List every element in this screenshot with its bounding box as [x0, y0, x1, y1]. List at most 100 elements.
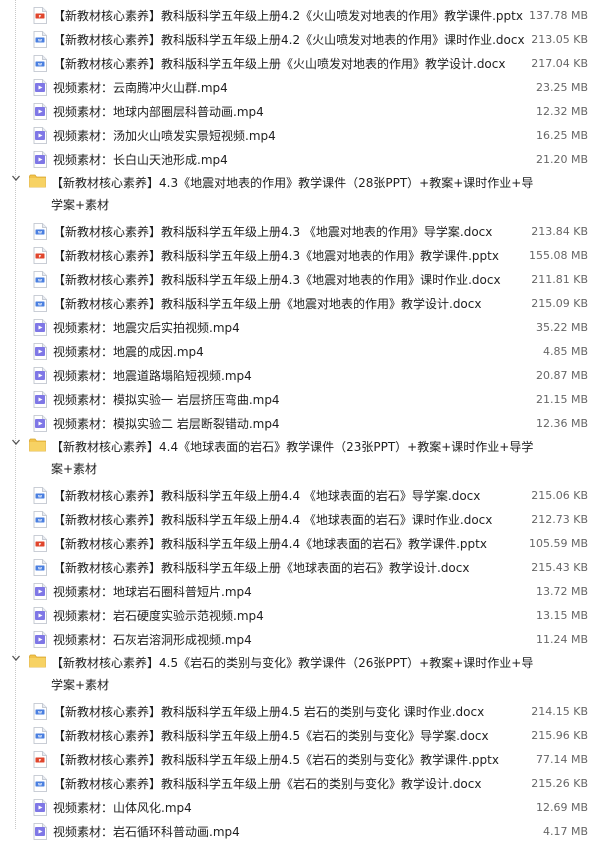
file-row[interactable]: W 【新教材核心素养】教科版科学五年级上册4.2《火山喷发对地表的作用》课时作业.…: [0, 28, 592, 52]
svg-text:P: P: [39, 543, 42, 547]
file-row[interactable]: P 【新教材核心素养】教科版科学五年级上册4.3《地震对地表的作用》教学课件.pp…: [0, 244, 592, 268]
file-row[interactable]: P 【新教材核心素养】教科版科学五年级上册4.5《岩石的类别与变化》教学课件.pp…: [0, 748, 592, 772]
folder-name-continued: 案+素材: [51, 462, 98, 476]
svg-text:P: P: [39, 759, 42, 763]
file-row[interactable]: 视频素材：地震的成因.mp4 4.85 MB: [0, 340, 592, 364]
docx-file-icon: W: [33, 559, 47, 576]
docx-file-icon: W: [33, 295, 47, 312]
file-size: 12.36 MB: [535, 417, 588, 430]
file-size: 213.84 KB: [531, 225, 588, 238]
file-row[interactable]: W 【新教材核心素养】教科版科学五年级上册4.3《地震对地表的作用》课时作业.do…: [0, 268, 592, 292]
file-size: 212.73 KB: [531, 513, 588, 526]
file-name: 【新教材核心素养】教科版科学五年级上册4.4 《地球表面的岩石》导学案.docx: [53, 489, 481, 503]
file-name: 【新教材核心素养】教科版科学五年级上册《地震对地表的作用》教学设计.docx: [53, 297, 482, 311]
video-file-icon: [33, 343, 47, 360]
file-name: 【新教材核心素养】教科版科学五年级上册4.2《火山喷发对地表的作用》教学课件.p…: [53, 9, 523, 23]
file-row[interactable]: 视频素材：石灰岩溶洞形成视频.mp4 11.24 MB: [0, 628, 592, 652]
file-row[interactable]: 视频素材：地球内部圈层科普动画.mp4 12.32 MB: [0, 100, 592, 124]
file-name: 【新教材核心素养】教科版科学五年级上册《地球表面的岩石》教学设计.docx: [53, 561, 470, 575]
file-size: 155.08 MB: [528, 249, 588, 262]
folder-icon: [29, 653, 46, 668]
file-name: 【新教材核心素养】教科版科学五年级上册4.4 《地球表面的岩石》课时作业.doc…: [53, 513, 493, 527]
file-row[interactable]: W 【新教材核心素养】教科版科学五年级上册《火山喷发对地表的作用》教学设计.doc…: [0, 52, 592, 76]
file-name: 视频素材：模拟实验二 岩层断裂错动.mp4: [53, 417, 280, 431]
file-size: 215.26 KB: [531, 777, 588, 790]
video-file-icon: [33, 319, 47, 336]
file-size: 21.20 MB: [535, 153, 588, 166]
file-size: 211.81 KB: [531, 273, 588, 286]
file-row[interactable]: W 【新教材核心素养】教科版科学五年级上册《岩石的类别与变化》教学设计.docx 2…: [0, 772, 592, 796]
file-size: 21.15 MB: [535, 393, 588, 406]
svg-text:W: W: [38, 735, 42, 739]
file-size: 77.14 MB: [535, 753, 588, 766]
file-name: 视频素材：岩石循环科普动画.mp4: [53, 825, 240, 839]
docx-file-icon: W: [33, 223, 47, 240]
docx-file-icon: W: [33, 703, 47, 720]
file-row[interactable]: 视频素材：岩石硬度实验示范视频.mp4 13.15 MB: [0, 604, 592, 628]
folder-name: 【新教材核心素养】4.4《地球表面的岩石》教学课件（23张PPT）+教案+课时作…: [51, 440, 534, 454]
file-name: 【新教材核心素养】教科版科学五年级上册4.5《岩石的类别与变化》教学课件.ppt…: [53, 753, 499, 767]
file-row[interactable]: 视频素材：模拟实验一 岩层挤压弯曲.mp4 21.15 MB: [0, 388, 592, 412]
file-name: 视频素材：地震道路塌陷短视频.mp4: [53, 369, 252, 383]
chevron-down-icon[interactable]: [11, 173, 21, 183]
file-size: 105.59 MB: [528, 537, 588, 550]
file-size: 137.78 MB: [528, 9, 588, 22]
pptx-file-icon: P: [33, 751, 47, 768]
file-name: 视频素材：长白山天池形成.mp4: [53, 153, 228, 167]
file-name: 视频素材：地震的成因.mp4: [53, 345, 204, 359]
video-file-icon: [33, 583, 47, 600]
file-row[interactable]: 视频素材：地震灾后实拍视频.mp4 35.22 MB: [0, 316, 592, 340]
file-size: 13.72 MB: [535, 585, 588, 598]
file-size: 16.25 MB: [535, 129, 588, 142]
chevron-down-icon[interactable]: [11, 437, 21, 447]
file-row[interactable]: 视频素材：长白山天池形成.mp4 21.20 MB: [0, 148, 592, 172]
video-file-icon: [33, 607, 47, 624]
folder-row[interactable]: 【新教材核心素养】4.3《地震对地表的作用》教学课件（28张PPT）+教案+课时…: [0, 171, 592, 219]
file-name: 【新教材核心素养】教科版科学五年级上册《岩石的类别与变化》教学设计.docx: [53, 777, 482, 791]
video-file-icon: [33, 151, 47, 168]
file-row[interactable]: W 【新教材核心素养】教科版科学五年级上册4.4 《地球表面的岩石》导学案.doc…: [0, 484, 592, 508]
svg-text:W: W: [38, 519, 42, 523]
pptx-file-icon: P: [33, 535, 47, 552]
file-row[interactable]: W 【新教材核心素养】教科版科学五年级上册4.4 《地球表面的岩石》课时作业.do…: [0, 508, 592, 532]
file-row[interactable]: P 【新教材核心素养】教科版科学五年级上册4.2《火山喷发对地表的作用》教学课件.…: [0, 4, 592, 28]
file-name: 视频素材：汤加火山喷发实景短视频.mp4: [53, 129, 276, 143]
svg-text:W: W: [38, 39, 42, 43]
file-row[interactable]: 视频素材：岩石循环科普动画.mp4 4.17 MB: [0, 820, 592, 844]
file-row[interactable]: P 【新教材核心素养】教科版科学五年级上册4.4《地球表面的岩石》教学课件.ppt…: [0, 532, 592, 556]
file-size: 35.22 MB: [535, 321, 588, 334]
file-row[interactable]: 视频素材：山体风化.mp4 12.69 MB: [0, 796, 592, 820]
file-size: 4.17 MB: [542, 825, 588, 838]
docx-file-icon: W: [33, 511, 47, 528]
file-row[interactable]: 视频素材：地震道路塌陷短视频.mp4 20.87 MB: [0, 364, 592, 388]
folder-icon: [29, 437, 46, 452]
file-row[interactable]: W 【新教材核心素养】教科版科学五年级上册4.5《岩石的类别与变化》导学案.doc…: [0, 724, 592, 748]
folder-name-continued: 学案+素材: [51, 198, 110, 212]
docx-file-icon: W: [33, 55, 47, 72]
file-size: 12.32 MB: [535, 105, 588, 118]
file-row[interactable]: 视频素材：汤加火山喷发实景短视频.mp4 16.25 MB: [0, 124, 592, 148]
file-row[interactable]: W 【新教材核心素养】教科版科学五年级上册4.5 岩石的类别与变化 课时作业.do…: [0, 700, 592, 724]
file-row[interactable]: 视频素材：云南腾冲火山群.mp4 23.25 MB: [0, 76, 592, 100]
video-file-icon: [33, 79, 47, 96]
file-name: 视频素材：山体风化.mp4: [53, 801, 192, 815]
svg-text:P: P: [39, 255, 42, 259]
docx-file-icon: W: [33, 727, 47, 744]
video-file-icon: [33, 391, 47, 408]
file-row[interactable]: W 【新教材核心素养】教科版科学五年级上册4.3 《地震对地表的作用》导学案.do…: [0, 220, 592, 244]
file-row[interactable]: 视频素材：模拟实验二 岩层断裂错动.mp4 12.36 MB: [0, 412, 592, 436]
file-row[interactable]: 视频素材：地球岩石圈科普短片.mp4 13.72 MB: [0, 580, 592, 604]
file-size: 4.85 MB: [542, 345, 588, 358]
file-row[interactable]: W 【新教材核心素养】教科版科学五年级上册《地球表面的岩石》教学设计.docx 21…: [0, 556, 592, 580]
file-size: 214.15 KB: [531, 705, 588, 718]
chevron-down-icon[interactable]: [11, 653, 21, 663]
file-name: 【新教材核心素养】教科版科学五年级上册4.3 《地震对地表的作用》导学案.doc…: [53, 225, 493, 239]
file-name: 【新教材核心素养】教科版科学五年级上册4.5《岩石的类别与变化》导学案.docx: [53, 729, 489, 743]
folder-row[interactable]: 【新教材核心素养】4.5《岩石的类别与变化》教学课件（26张PPT）+教案+课时…: [0, 651, 592, 699]
folder-row[interactable]: 【新教材核心素养】4.4《地球表面的岩石》教学课件（23张PPT）+教案+课时作…: [0, 435, 592, 483]
file-name: 视频素材：模拟实验一 岩层挤压弯曲.mp4: [53, 393, 280, 407]
svg-text:W: W: [38, 567, 42, 571]
file-size: 215.06 KB: [531, 489, 588, 502]
file-row[interactable]: W 【新教材核心素养】教科版科学五年级上册《地震对地表的作用》教学设计.docx 2…: [0, 292, 592, 316]
file-name: 【新教材核心素养】教科版科学五年级上册4.3《地震对地表的作用》教学课件.ppt…: [53, 249, 499, 263]
